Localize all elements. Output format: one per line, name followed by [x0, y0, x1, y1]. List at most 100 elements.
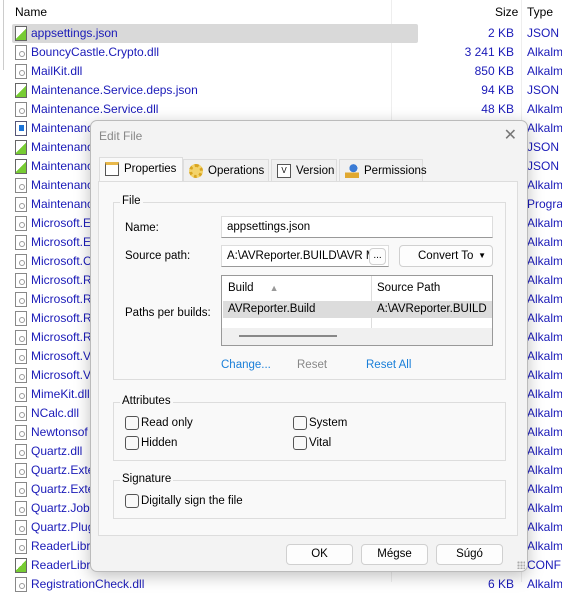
file-type: Alkalm: [527, 463, 562, 477]
grid-header-source-path[interactable]: Source Path: [377, 282, 440, 294]
json-file-icon: [15, 26, 27, 41]
dll-file-icon: [15, 311, 27, 326]
attributes-group: Attributes: [113, 395, 506, 461]
dll-file-icon: [15, 406, 27, 421]
source-path-input[interactable]: A:\AVReporter.BUILD\AVR Ma: [221, 245, 389, 267]
dll-file-icon: [15, 349, 27, 364]
version-icon: V: [277, 164, 291, 178]
dll-file-icon: [15, 577, 27, 592]
close-icon[interactable]: ✕: [504, 125, 517, 145]
file-type: Alkalm: [527, 425, 562, 439]
properties-icon: [105, 162, 119, 176]
tab-permissions[interactable]: Permissions: [339, 159, 427, 181]
file-type: Alkalm: [527, 501, 562, 515]
file-type: Alkalm: [527, 520, 562, 534]
file-type: Alkalm: [527, 368, 562, 382]
file-type: JSON f: [527, 83, 562, 97]
tab-version[interactable]: V Version: [271, 159, 337, 181]
dll-file-icon: [15, 235, 27, 250]
file-size: 850 KB: [474, 64, 514, 78]
reset-link[interactable]: Reset: [297, 359, 327, 371]
dll-file-icon: [15, 273, 27, 288]
convert-to-dropdown[interactable]: Convert To ▼: [399, 245, 493, 267]
list-item[interactable]: MailKit.dll 850 KB Alkalm: [12, 62, 562, 81]
dll-file-icon: [15, 330, 27, 345]
file-name: BouncyCastle.Crypto.dll: [12, 43, 418, 62]
dll-file-icon: [15, 197, 27, 212]
file-type: Alkalm: [527, 102, 562, 116]
file-type: Alkalm: [527, 216, 562, 230]
name-input[interactable]: appsettings.json: [221, 216, 493, 238]
file-size: 6 KB: [487, 577, 514, 591]
reset-all-link[interactable]: Reset All: [366, 359, 411, 371]
scrollbar-thumb[interactable]: [239, 335, 337, 337]
file-name: RegistrationCheck.dll: [12, 575, 418, 594]
dll-file-icon: [15, 520, 27, 535]
horizontal-scrollbar[interactable]: [222, 328, 492, 345]
file-type: Alkalm: [527, 45, 562, 59]
dll-file-icon: [15, 444, 27, 459]
file-name: appsettings.json: [12, 24, 418, 43]
grid-header-build[interactable]: Build ▲: [228, 282, 279, 294]
tab-properties[interactable]: Properties: [99, 157, 183, 182]
dll-file-icon: [15, 501, 27, 516]
file-type: JSON f: [527, 140, 562, 154]
file-type: Alkalm: [527, 577, 562, 591]
dll-file-icon: [15, 368, 27, 383]
file-size: 2 KB: [487, 26, 514, 40]
paths-per-builds-label: Paths per builds:: [125, 307, 211, 319]
column-header-type[interactable]: Type: [527, 0, 553, 24]
column-header-name[interactable]: Name: [15, 0, 47, 24]
properties-panel: File Name: appsettings.json Source path:…: [98, 181, 518, 536]
dialog-title: Edit File: [99, 129, 143, 143]
file-type: Alkalm: [527, 406, 562, 420]
dll-file-icon: [15, 387, 27, 402]
file-size: 48 KB: [481, 102, 514, 116]
list-item[interactable]: Maintenance.Service.deps.json 94 KB JSON f: [12, 81, 562, 100]
key-user-icon: [345, 164, 359, 178]
dll-file-icon: [15, 425, 27, 440]
file-type: Alkalm: [527, 539, 562, 553]
json-file-icon: [15, 83, 27, 98]
dll-file-icon: [15, 254, 27, 269]
file-type: Alkalm: [527, 292, 562, 306]
change-link[interactable]: Change...: [221, 359, 271, 371]
browse-button[interactable]: ...: [369, 248, 386, 265]
left-pane-border: [3, 0, 4, 70]
dll-file-icon: [15, 482, 27, 497]
json-file-icon: [15, 159, 27, 174]
file-type: Alkalm: [527, 482, 562, 496]
dll-file-icon: [15, 102, 27, 117]
digitally-sign-checkbox[interactable]: Digitally sign the file: [125, 494, 243, 508]
file-type: Alkalm: [527, 273, 562, 287]
file-type: Alkalm: [527, 254, 562, 268]
cancel-button[interactable]: Mégse: [361, 544, 428, 565]
tab-operations[interactable]: Operations: [183, 159, 269, 181]
file-type: Alkalm: [527, 235, 562, 249]
list-item[interactable]: RegistrationCheck.dll 6 KB Alkalm: [12, 575, 562, 594]
chevron-down-icon: ▼: [478, 251, 486, 260]
paths-grid[interactable]: Build ▲ Source Path AVReporter.Build A:\A…: [221, 275, 493, 346]
system-checkbox[interactable]: System: [293, 416, 347, 430]
resize-grip-icon[interactable]: [517, 561, 525, 569]
hidden-checkbox[interactable]: Hidden: [125, 436, 177, 450]
help-button[interactable]: Súgó: [436, 544, 503, 565]
ok-button[interactable]: OK: [286, 544, 353, 565]
list-item[interactable]: BouncyCastle.Crypto.dll 3 241 KB Alkalm: [12, 43, 562, 62]
file-type: Alkalm: [527, 387, 562, 401]
sort-asc-icon: ▲: [269, 283, 279, 293]
list-item[interactable]: appsettings.json 2 KB JSON f: [12, 24, 562, 43]
file-type: Alkalm: [527, 349, 562, 363]
vital-checkbox[interactable]: Vital: [293, 436, 331, 450]
column-header-size[interactable]: Size: [495, 0, 518, 24]
file-type: Alkalm: [527, 121, 562, 135]
read-only-checkbox[interactable]: Read only: [125, 416, 193, 430]
file-type: Alkalm: [527, 64, 562, 78]
file-name: Maintenance.Service.dll: [12, 100, 418, 119]
file-type: Progra: [527, 197, 562, 211]
file-type: JSON f: [527, 159, 562, 173]
dll-file-icon: [15, 64, 27, 79]
file-type: Alkalm: [527, 178, 562, 192]
file-size: 94 KB: [481, 83, 514, 97]
list-item[interactable]: Maintenance.Service.dll 48 KB Alkalm: [12, 100, 562, 119]
